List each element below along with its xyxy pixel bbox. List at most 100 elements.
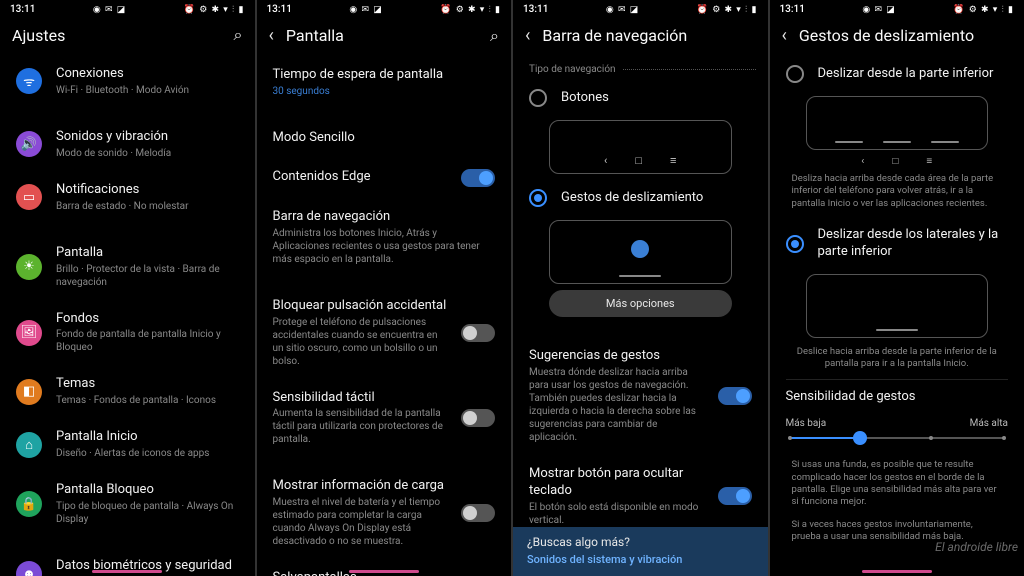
display-settings-list[interactable]: Tiempo de espera de pantalla 30 segundos…: [257, 56, 512, 576]
back-key-icon: ‹: [604, 154, 607, 167]
sub: Muestra el nivel de batería y el tiempo …: [273, 496, 448, 548]
settings-row[interactable]: 🖼 Fondos Fondo de pantalla de pantalla I…: [0, 300, 255, 366]
preview-from-sides: [806, 274, 989, 338]
header: ‹ Pantalla ⌕: [257, 17, 512, 56]
navbar-settings: Tipo de navegación Botones ‹ □ ≡ Gestos …: [513, 56, 768, 527]
settings-row[interactable]: ⌂ Pantalla Inicio Diseño · Alertas de ic…: [0, 418, 255, 471]
banner-link[interactable]: Sonidos del sistema y vibración: [527, 553, 754, 566]
settings-row[interactable]: 🔒 Pantalla Bloqueo Tipo de bloqueo de pa…: [0, 471, 255, 537]
label: Pantalla Bloqueo: [56, 482, 239, 499]
search-suggestion-banner[interactable]: ¿Buscas algo más? Sonidos del sistema y …: [513, 527, 768, 576]
category-icon: ☻: [16, 561, 42, 576]
nav-icons-row: ‹ □ ≡: [770, 156, 1024, 167]
sensitivity-slider[interactable]: Más baja Más alta: [770, 414, 1024, 457]
label: Mostrar botón para ocultar teclado: [529, 466, 704, 500]
sub: Aumenta la sensibilidad de la pantalla t…: [273, 407, 448, 446]
page-title: Ajustes: [12, 26, 222, 45]
status-time: 13:11: [267, 4, 292, 15]
display-row[interactable]: Bloquear pulsación accidental Protege el…: [257, 287, 512, 379]
category-icon: 🔒: [16, 491, 42, 517]
status-left-icons: ◉ ✉ ◪: [93, 5, 126, 15]
toggle[interactable]: [461, 504, 495, 522]
status-bar: 13:11 ◉ ✉ ◪ ⏰ ⚙ ✱ ▾ ⫶ ▮: [513, 0, 768, 17]
home-indicator[interactable]: [92, 570, 162, 573]
label: Sensibilidad táctil: [273, 390, 448, 407]
sub: Fondo de pantalla de pantalla Inicio y B…: [56, 328, 239, 354]
radio-icon[interactable]: [529, 89, 547, 107]
label: Gestos de deslizamiento: [561, 190, 752, 207]
header: ‹ Gestos de deslizamiento: [770, 17, 1024, 56]
screen-swipe-gestures: 13:11 ◉ ✉ ◪ ⏰ ⚙ ✱ ▾ ⫶ ▮ ‹ Gestos de desl…: [770, 0, 1024, 576]
category-icon: ▭: [16, 184, 42, 210]
gesture-bar-icon: [619, 275, 661, 277]
radio-icon[interactable]: [786, 235, 804, 253]
settings-row[interactable]: ▭ Notificaciones Barra de estado · No mo…: [0, 171, 255, 224]
sub: Temas · Fondos de pantalla · Iconos: [56, 394, 239, 407]
display-row[interactable]: Modo Sencillo: [257, 119, 512, 158]
status-bar: 13:11 ◉ ✉ ◪ ⏰ ⚙ ✱ ▾ ⫶ ▮: [770, 0, 1024, 17]
home-indicator[interactable]: [349, 570, 419, 573]
label: Notificaciones: [56, 182, 239, 199]
sub: Administra los botones Inicio, Atrás y A…: [273, 227, 496, 266]
settings-row[interactable]: 🔊 Sonidos y vibración Modo de sonido · M…: [0, 118, 255, 171]
sub: Muestra dónde deslizar hacia arriba para…: [529, 366, 704, 444]
status-left-icons: ◉ ✉ ◪: [606, 5, 639, 15]
category-icon: 🖼: [16, 320, 42, 346]
more-options-button[interactable]: Más opciones: [549, 290, 732, 317]
label: Bloquear pulsación accidental: [273, 298, 448, 315]
toggle[interactable]: [718, 487, 752, 505]
label: Pantalla: [56, 245, 239, 262]
home-indicator[interactable]: [862, 570, 932, 573]
display-row[interactable]: Barra de navegación Administra los boton…: [257, 198, 512, 277]
radio-gestos[interactable]: Gestos de deslizamiento: [513, 180, 768, 216]
row-gesture-hints[interactable]: Sugerencias de gestos Muestra dónde desl…: [513, 337, 768, 455]
settings-list[interactable]: ᯤ Conexiones Wi-Fi · Bluetooth · Modo Av…: [0, 55, 255, 576]
back-icon[interactable]: ‹: [269, 25, 274, 46]
toggle[interactable]: [461, 409, 495, 427]
header: ‹ Barra de navegación: [513, 17, 768, 56]
section-nav-type: Tipo de navegación: [513, 56, 768, 79]
label: Temas: [56, 376, 239, 393]
search-icon[interactable]: ⌕: [490, 26, 499, 46]
radio-from-bottom[interactable]: Deslizar desde la parte inferior: [770, 56, 1024, 92]
slider-thumb[interactable]: [853, 431, 867, 445]
label: Barra de navegación: [273, 209, 496, 226]
row-hide-keyboard-btn[interactable]: Mostrar botón para ocultar teclado El bo…: [513, 455, 768, 527]
settings-row[interactable]: ᯤ Conexiones Wi-Fi · Bluetooth · Modo Av…: [0, 55, 255, 108]
radio-botones[interactable]: Botones: [513, 80, 768, 116]
gesture-bar-icon: [876, 329, 918, 331]
back-icon[interactable]: ‹: [525, 25, 530, 46]
settings-row[interactable]: ☀ Pantalla Brillo · Protector de la vist…: [0, 234, 255, 300]
label: Sensibilidad de gestos: [786, 389, 1009, 406]
sub: Modo de sonido · Melodía: [56, 147, 239, 160]
status-left-icons: ◉ ✉ ◪: [349, 5, 382, 15]
row-screen-timeout[interactable]: Tiempo de espera de pantalla 30 segundos: [257, 56, 512, 109]
header: Ajustes ⌕: [0, 17, 255, 55]
back-icon[interactable]: ‹: [782, 25, 787, 46]
page-title: Pantalla: [286, 26, 478, 45]
category-icon: ⌂: [16, 432, 42, 458]
search-icon[interactable]: ⌕: [234, 25, 243, 45]
label: Contenidos Edge: [273, 169, 448, 186]
toggle[interactable]: [461, 169, 495, 187]
display-row[interactable]: Salvapantallas: [257, 559, 512, 576]
radio-icon[interactable]: [529, 189, 547, 207]
status-time: 13:11: [523, 4, 548, 15]
display-row[interactable]: Contenidos Edge: [257, 158, 512, 198]
label: Sugerencias de gestos: [529, 348, 704, 365]
sub: El botón solo está disponible en modo ve…: [529, 501, 704, 527]
gesture-settings: Deslizar desde la parte inferior ‹ □ ≡ D…: [770, 56, 1024, 576]
radio-icon[interactable]: [786, 65, 804, 83]
touch-dot-icon: [631, 240, 649, 258]
sub: Barra de estado · No molestar: [56, 200, 239, 213]
display-row[interactable]: Sensibilidad táctil Aumenta la sensibili…: [257, 379, 512, 458]
settings-row[interactable]: ◧ Temas Temas · Fondos de pantalla · Ico…: [0, 365, 255, 418]
status-bar: 13:11 ◉ ✉ ◪ ⏰ ⚙ ✱ ▾ ⫶ ▮: [257, 0, 512, 17]
radio-from-sides[interactable]: Deslizar desde los laterales y la parte …: [770, 218, 1024, 270]
toggle[interactable]: [461, 324, 495, 342]
label: Sonidos y vibración: [56, 129, 239, 146]
category-icon: ᯤ: [16, 68, 42, 94]
label: Mostrar información de carga: [273, 478, 448, 495]
display-row[interactable]: Mostrar información de carga Muestra el …: [257, 467, 512, 559]
toggle[interactable]: [718, 387, 752, 405]
